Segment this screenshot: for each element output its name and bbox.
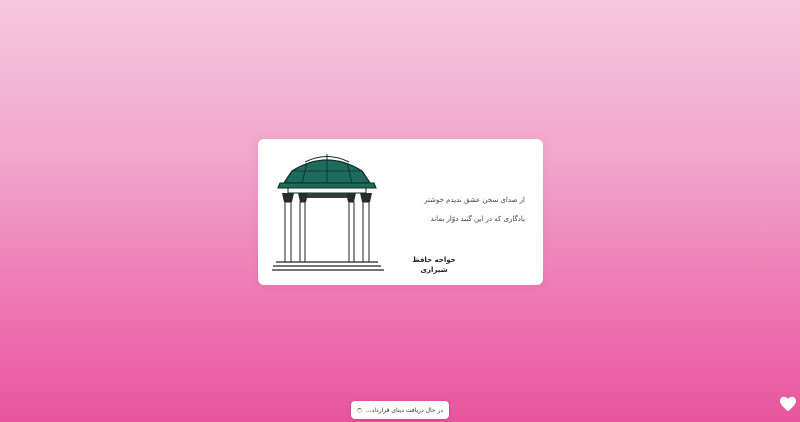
poem-verse-1: از صدای سخن عشق ندیدم خوشتر [424, 196, 525, 204]
poem-verse-2: یادگاری که در این گنبد دوّار بماند [430, 215, 525, 223]
hafez-tomb-illustration [272, 154, 384, 271]
loading-toast: در حال دریافت دیتای قرارداد... [351, 401, 449, 419]
poem-text: از صدای سخن عشق ندیدم خوشتر یادگاری که د… [375, 195, 525, 225]
poet-name: خواجه حافظ شیرازی [412, 256, 456, 274]
spinner-icon [356, 407, 362, 413]
heart-icon[interactable] [779, 396, 797, 412]
quote-card: از صدای سخن عشق ندیدم خوشتر یادگاری که د… [258, 139, 543, 285]
loading-text: در حال دریافت دیتای قرارداد... [365, 406, 444, 414]
